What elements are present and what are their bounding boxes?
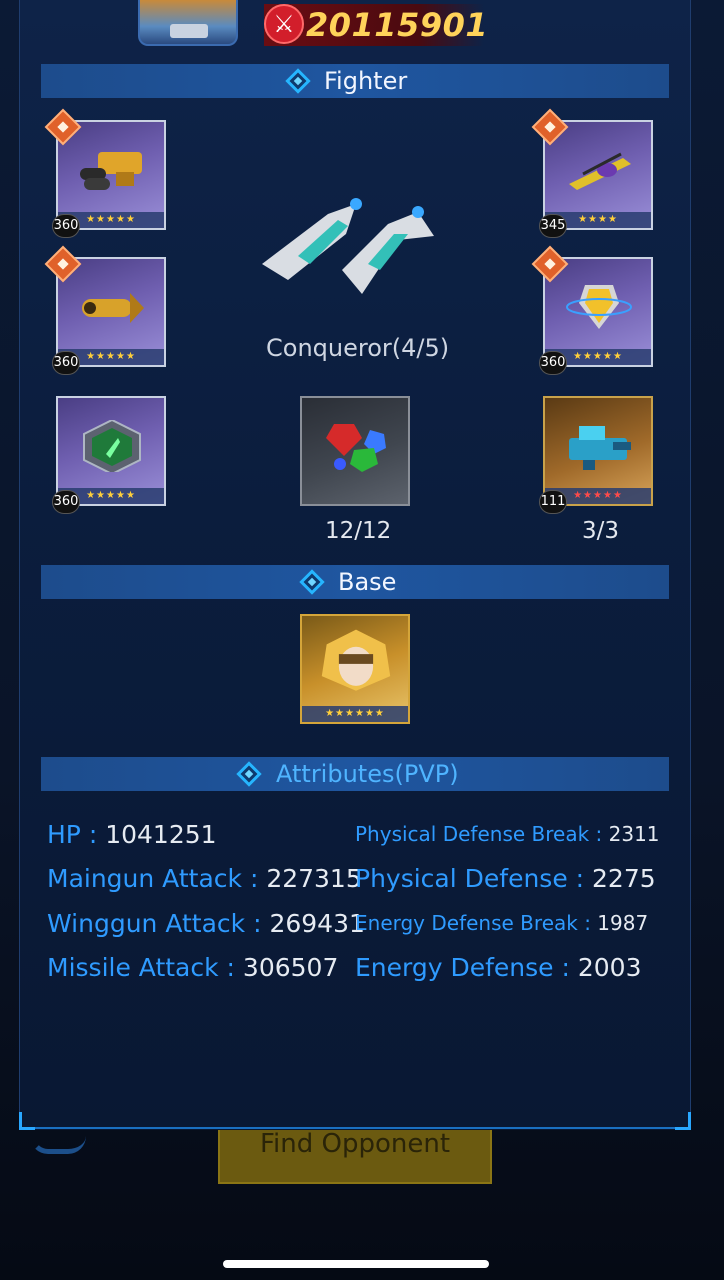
section-title: Fighter — [324, 67, 408, 95]
level-badge: 360 — [52, 490, 80, 514]
attr-hp: HP : 1041251 — [47, 820, 217, 849]
section-title: Base — [338, 568, 397, 596]
home-indicator[interactable] — [223, 1260, 489, 1268]
level-badge: 360 — [539, 351, 567, 375]
equipment-slot-armor[interactable]: ★★★★★ 360 — [531, 245, 653, 375]
panel-border — [35, 1127, 675, 1129]
section-header-base: Base — [41, 565, 669, 599]
base-pilot-slot[interactable]: ★★★★★★ — [300, 614, 410, 724]
gun-icon — [80, 152, 142, 190]
shield-icon — [566, 285, 632, 329]
attr-physical-defense-break: Physical Defense Break : 2311 — [355, 822, 660, 846]
level-badge: 345 — [539, 214, 567, 238]
equipment-slot-winggun[interactable]: ★★★★ 345 — [531, 108, 653, 238]
equipment-slot-missile[interactable]: ★★★★★ 360 — [44, 245, 166, 375]
star-rating: ★★★★★★ — [302, 706, 408, 722]
gems-count: 12/12 — [325, 518, 392, 544]
missile-icon — [82, 293, 144, 323]
attr-energy-defense-break: Energy Defense Break : 1987 — [355, 911, 649, 935]
module-icon — [569, 426, 631, 470]
background-decoration — [30, 1128, 86, 1154]
section-header-attributes: Attributes(PVP) — [41, 757, 669, 791]
attr-winggun-attack: Winggun Attack : 269431 — [47, 909, 365, 938]
attr-maingun-attack: Maingun Attack : 227315 — [47, 864, 362, 893]
gems-icon — [326, 424, 386, 472]
diamond-icon — [285, 68, 311, 94]
attr-energy-defense: Energy Defense : 2003 — [355, 953, 642, 982]
panel-corner — [19, 1112, 35, 1130]
power-value: 20115901 — [306, 6, 489, 44]
equipment-slot-maingun[interactable]: ★★★★★ 360 — [44, 108, 166, 238]
attr-physical-defense: Physical Defense : 2275 — [355, 864, 656, 893]
power-icon: ⚔ — [264, 4, 304, 44]
chip-icon — [83, 420, 141, 472]
level-badge: 360 — [52, 351, 80, 375]
module-count: 3/3 — [582, 518, 620, 544]
level-badge: 360 — [52, 214, 80, 238]
gems-slot[interactable] — [300, 396, 410, 506]
player-avatar[interactable] — [138, 0, 238, 46]
diamond-icon — [236, 761, 262, 787]
equipment-slot-module[interactable]: ★★★★★ 111 — [539, 396, 653, 514]
pilot-portrait-icon — [321, 629, 391, 691]
panel-corner — [675, 1112, 691, 1130]
section-header-fighter: Fighter — [41, 64, 669, 98]
equipment-slot-chip[interactable]: ★★★★★ 360 — [52, 396, 166, 514]
attr-missile-attack: Missile Attack : 306507 — [47, 953, 339, 982]
fighter-name: Conqueror(4/5) — [266, 334, 450, 362]
fighter-ship-image[interactable] — [258, 184, 438, 314]
section-title: Attributes(PVP) — [276, 760, 459, 788]
diamond-icon — [299, 569, 325, 595]
cannon-icon — [569, 152, 631, 190]
level-badge: 111 — [539, 490, 567, 514]
